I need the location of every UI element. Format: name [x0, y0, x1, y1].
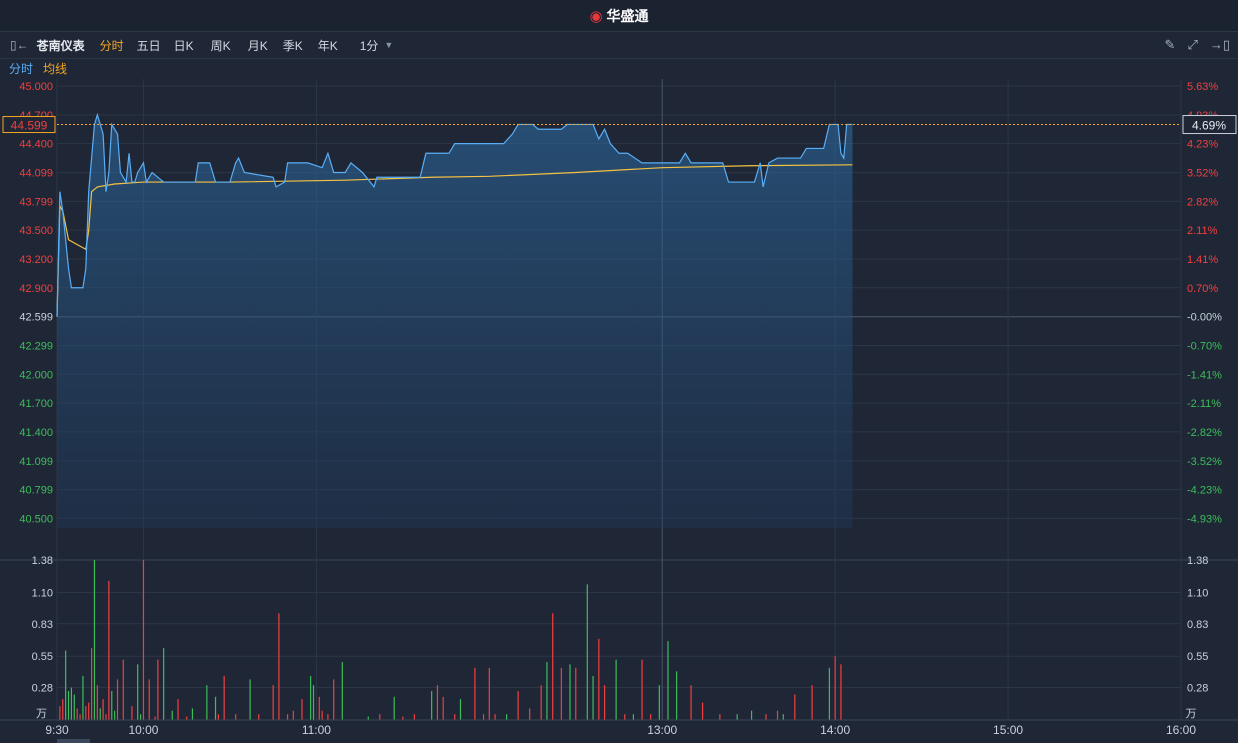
- volume-tick-label: 0.55: [32, 651, 53, 663]
- x-tick-label: 16:00: [1166, 723, 1196, 737]
- x-tick-label: 11:00: [302, 723, 331, 737]
- volume-tick-label: 1.10: [32, 587, 53, 599]
- y-tick-label-right: 1.41%: [1187, 254, 1218, 266]
- intraday-chart[interactable]: 45.00044.70044.40044.09943.79943.50043.2…: [0, 0, 1238, 743]
- y-tick-label: 43.799: [19, 196, 53, 208]
- volume-unit-label-right: 万: [1186, 708, 1197, 720]
- volume-tick-label: 1.38: [32, 555, 53, 567]
- x-tick-label: 13:00: [647, 723, 677, 737]
- scrollbar-thumb: [57, 739, 90, 743]
- y-tick-label: 40.799: [19, 485, 53, 497]
- y-tick-label: 44.099: [19, 168, 53, 180]
- volume-unit-label: 万: [36, 708, 47, 720]
- y-tick-label-right: -4.23%: [1187, 485, 1222, 497]
- y-tick-label-right: -4.93%: [1187, 513, 1222, 525]
- y-tick-label: 42.599: [19, 312, 53, 324]
- y-tick-label-right: -0.70%: [1187, 341, 1222, 353]
- y-tick-label-right: 5.63%: [1187, 81, 1218, 93]
- y-tick-label: 41.700: [19, 398, 53, 410]
- y-tick-label-right: 2.11%: [1187, 225, 1218, 237]
- y-tick-label-right: -3.52%: [1187, 456, 1222, 468]
- y-tick-label: 41.099: [19, 456, 53, 468]
- y-tick-label-right: -1.41%: [1187, 369, 1222, 381]
- volume-tick-label: 0.28: [32, 683, 53, 695]
- volume-tick-label-right: 0.55: [1187, 651, 1208, 663]
- volume-tick-label-right: 0.28: [1187, 683, 1208, 695]
- y-tick-label-right: -0.00%: [1187, 312, 1222, 324]
- volume-tick-label: 0.83: [32, 619, 53, 631]
- volume-tick-label-right: 1.10: [1187, 587, 1208, 599]
- y-tick-label: 40.500: [19, 513, 53, 525]
- y-tick-label-right: -2.82%: [1187, 427, 1222, 439]
- y-tick-label-right: 3.52%: [1187, 168, 1218, 180]
- current-price-label: 44.599: [11, 119, 48, 133]
- y-tick-label: 42.900: [19, 283, 53, 295]
- y-tick-label-right: 0.70%: [1187, 283, 1218, 295]
- x-tick-label: 10:00: [128, 723, 158, 737]
- y-tick-label-right: 4.23%: [1187, 139, 1218, 151]
- y-tick-label: 42.000: [19, 369, 53, 381]
- x-tick-label: 9:30: [45, 723, 69, 737]
- x-tick-label: 14:00: [820, 723, 850, 737]
- y-tick-label: 43.200: [19, 254, 53, 266]
- y-tick-label: 45.000: [19, 81, 53, 93]
- current-change-label: 4.69%: [1192, 119, 1226, 133]
- y-tick-label: 43.500: [19, 225, 53, 237]
- x-tick-label: 15:00: [993, 723, 1023, 737]
- volume-tick-label-right: 0.83: [1187, 619, 1208, 631]
- volume-tick-label-right: 1.38: [1187, 555, 1208, 567]
- y-tick-label-right: -2.11%: [1187, 398, 1221, 410]
- y-tick-label: 44.400: [19, 139, 53, 151]
- y-tick-label: 42.299: [19, 341, 53, 353]
- y-tick-label-right: 2.82%: [1187, 196, 1218, 208]
- y-tick-label: 41.400: [19, 427, 53, 439]
